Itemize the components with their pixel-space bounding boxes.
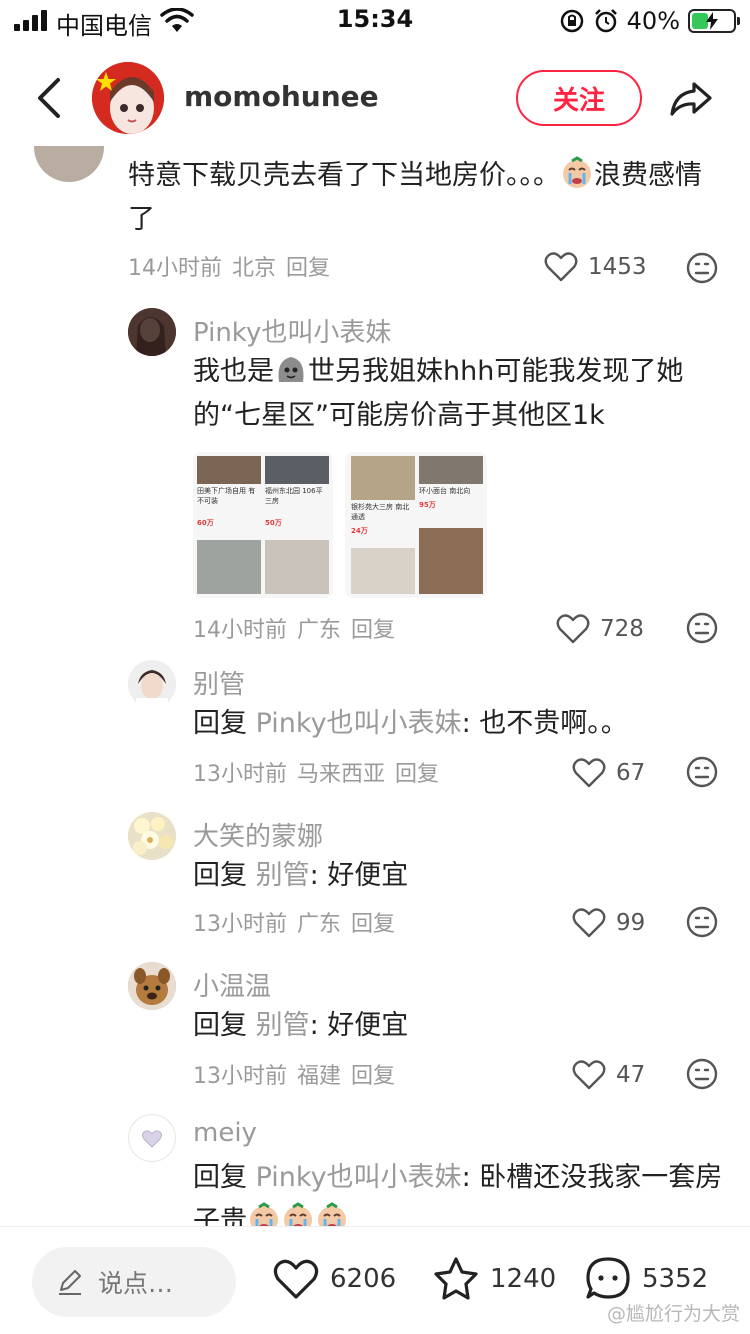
reply-target[interactable]: Pinky也叫小表妹	[256, 708, 462, 739]
comment-author[interactable]: 别管	[193, 664, 245, 701]
like-button[interactable]: 67	[572, 758, 645, 788]
crying-emoji-icon	[284, 1202, 312, 1226]
comment-list: 特意下载贝壳去看了下当地房价。。。 浪费感情了 14小时前 北京 回复 1453 Pi…	[0, 146, 750, 1226]
comment-image[interactable]: 田美下广场自用 有不可装 60万 福州东北园 106平三房 50万	[193, 452, 333, 598]
face-icon[interactable]	[686, 906, 718, 938]
star-icon	[434, 1257, 478, 1300]
comment-input[interactable]: 说点…	[32, 1247, 236, 1317]
like-count: 67	[616, 760, 646, 786]
back-icon[interactable]	[30, 74, 70, 122]
like-button[interactable]: 1453	[544, 252, 647, 282]
comment-meta: 13小时前 福建 回复	[193, 1064, 396, 1089]
heart-icon	[572, 1060, 606, 1090]
battery-icon	[688, 9, 740, 33]
face-icon[interactable]	[686, 756, 718, 788]
watermark: @尴尬行为大赏	[606, 1303, 740, 1325]
listing-card: 环小面台 南北向 95万	[419, 487, 471, 509]
post-like-count: 6206	[330, 1264, 397, 1294]
favorite-button[interactable]: 1240	[432, 1255, 556, 1303]
listing-card: 福州东北园 106平三房 50万	[265, 487, 323, 527]
listing-card: 田美下广场自用 有不可装 60万	[197, 487, 256, 527]
bottom-action-bar: 说点… 6206 1240 5352 @尴尬行为大赏	[0, 1226, 750, 1334]
face-icon[interactable]	[686, 252, 718, 284]
comment-text: 特意下载贝壳去看了下当地房价。。。 浪费感情了	[128, 154, 718, 242]
reply-button[interactable]: 回复	[351, 912, 395, 937]
avatar[interactable]	[34, 146, 104, 182]
face-icon[interactable]	[686, 1058, 718, 1090]
comment-meta: 14小时前 北京 回复	[128, 256, 331, 281]
comment-meta: 13小时前 广东 回复	[193, 912, 396, 937]
blob-emoji-icon	[278, 357, 304, 382]
author-avatar[interactable]	[92, 62, 164, 134]
reply-target[interactable]: 别管	[256, 1010, 310, 1041]
comment-meta: 14小时前 广东 回复	[193, 618, 396, 643]
comment-text: 回复 Pinky也叫小表妹: 卧槽还没我家一套房子贵	[193, 1156, 723, 1226]
comment-text: 回复 别管: 好便宜	[193, 860, 409, 891]
follow-button[interactable]: 关注	[516, 70, 642, 126]
like-count: 1453	[588, 254, 647, 280]
favorite-count: 1240	[490, 1264, 557, 1294]
reply-target[interactable]: 别管	[256, 860, 310, 891]
reply-button[interactable]: 回复	[351, 1064, 395, 1089]
avatar[interactable]	[128, 1114, 176, 1162]
comment-meta: 13小时前 马来西亚 回复	[193, 762, 440, 787]
crying-emoji-icon	[563, 156, 591, 188]
comment-input-placeholder: 说点…	[98, 1269, 174, 1298]
chat-icon	[586, 1257, 630, 1299]
comment-text: 回复 别管: 好便宜	[193, 1010, 409, 1041]
heart-icon	[273, 1259, 319, 1299]
avatar[interactable]	[128, 812, 176, 860]
reply-button[interactable]: 回复	[351, 618, 395, 643]
status-bar: 中国电信 15:34 40%	[0, 0, 750, 44]
like-button[interactable]: 99	[572, 908, 645, 938]
comment-image[interactable]: 银杉苑大三房 南北通透 24万 环小面台 南北向 95万	[345, 452, 487, 598]
listing-card: 银杉苑大三房 南北通透 24万	[351, 503, 410, 535]
comment-count: 5352	[642, 1264, 709, 1294]
heart-icon	[572, 908, 606, 938]
alarm-icon	[594, 9, 617, 33]
comment-text: 我也是 世另我姐妹hhh可能我发现了她的“七星区”可能房价高于其他区1k	[193, 350, 723, 438]
like-count: 728	[600, 616, 644, 642]
lock-rotation-icon	[560, 9, 583, 33]
crying-emoji-icon	[318, 1202, 346, 1226]
comment-author[interactable]: 大笑的蒙娜	[193, 816, 323, 853]
avatar[interactable]	[128, 962, 176, 1010]
reply-button[interactable]: 回复	[395, 762, 439, 787]
comment-text: 回复 Pinky也叫小表妹: 也不贵啊。。	[193, 708, 628, 739]
like-count: 99	[616, 910, 646, 936]
pencil-icon	[59, 1270, 81, 1295]
heart-icon	[544, 252, 578, 282]
like-post-button[interactable]: 6206	[272, 1255, 396, 1303]
comment-button[interactable]: 5352	[584, 1255, 708, 1303]
comment-author[interactable]: 小温温	[193, 966, 271, 1003]
like-count: 47	[616, 1062, 646, 1088]
author-name: momohunee	[184, 80, 379, 113]
header: momohunee 关注	[0, 50, 750, 146]
reply-button[interactable]: 回复	[286, 256, 330, 281]
face-icon[interactable]	[686, 612, 718, 644]
crying-emoji-icon	[250, 1202, 278, 1226]
heart-icon	[556, 614, 590, 644]
comment-author[interactable]: meiy	[193, 1118, 257, 1148]
heart-icon	[572, 758, 606, 788]
like-button[interactable]: 728	[556, 614, 644, 644]
comment-author[interactable]: Pinky也叫小表妹	[193, 312, 391, 349]
avatar[interactable]	[128, 660, 176, 708]
battery-percent: 40%	[626, 7, 680, 35]
like-button[interactable]: 47	[572, 1060, 645, 1090]
share-icon[interactable]	[668, 76, 714, 122]
reply-target[interactable]: Pinky也叫小表妹	[256, 1162, 462, 1193]
avatar[interactable]	[128, 308, 176, 356]
